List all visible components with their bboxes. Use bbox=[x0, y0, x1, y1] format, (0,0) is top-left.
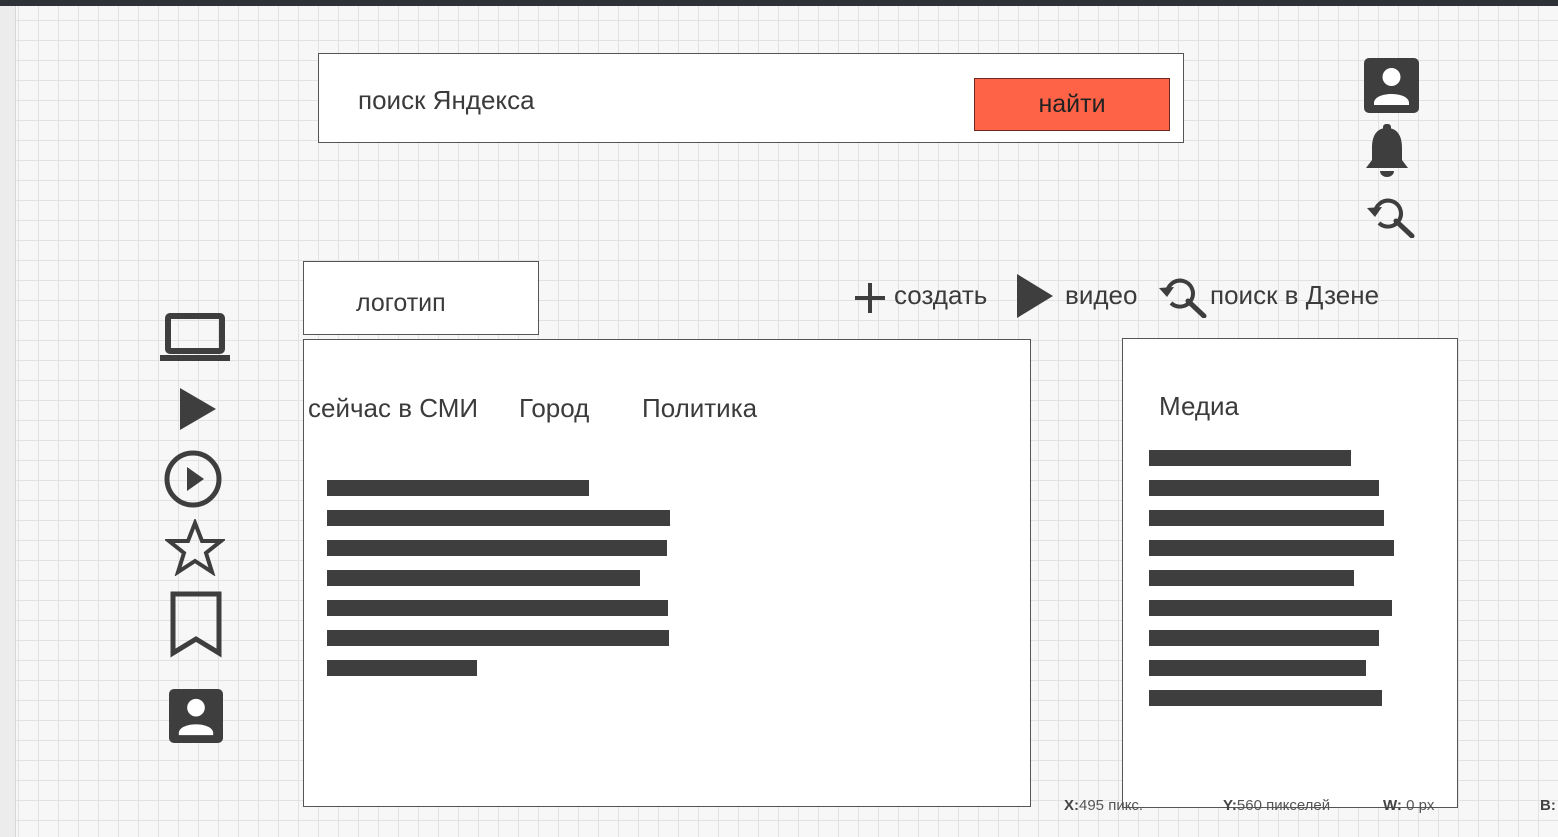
tab-now-in-media[interactable]: сейчас в СМИ bbox=[308, 393, 478, 424]
zen-search-label: поиск в Дзене bbox=[1210, 280, 1380, 310]
video-label: видео bbox=[1065, 280, 1138, 310]
star-icon[interactable] bbox=[165, 519, 225, 576]
media-placeholder-line bbox=[1149, 660, 1366, 676]
media-placeholder-line bbox=[1149, 630, 1379, 646]
account-icon[interactable] bbox=[169, 689, 223, 743]
coord-x-readout: X:495 пикс. bbox=[1064, 797, 1143, 814]
media-placeholder-line bbox=[1149, 510, 1384, 526]
create-label: создать bbox=[894, 280, 988, 310]
canvas-left-ruler bbox=[0, 6, 16, 837]
width-readout: W: 0 px bbox=[1383, 797, 1434, 814]
news-placeholder-line bbox=[327, 570, 640, 586]
width-label: W: bbox=[1383, 797, 1402, 814]
search-placeholder: поиск Яндекса bbox=[358, 85, 535, 115]
media-placeholder-line bbox=[1149, 450, 1351, 466]
media-placeholder-line bbox=[1149, 540, 1394, 556]
coord-x-label: X: bbox=[1064, 797, 1079, 814]
play-icon[interactable] bbox=[178, 386, 218, 432]
coord-y-value: 560 пикселей bbox=[1236, 797, 1331, 814]
news-placeholder-line bbox=[327, 540, 667, 556]
tab-city[interactable]: Город bbox=[519, 393, 589, 424]
coord-x-value: 495 пикс. bbox=[1079, 797, 1144, 814]
media-placeholder-line bbox=[1149, 480, 1379, 496]
find-button[interactable]: найти bbox=[974, 78, 1170, 131]
news-placeholder-line bbox=[327, 510, 670, 526]
window-top-bar bbox=[0, 0, 1558, 6]
bell-icon[interactable] bbox=[1364, 124, 1410, 178]
play-icon bbox=[1017, 274, 1053, 318]
b-readout: B: bbox=[1540, 797, 1556, 814]
search-history-icon[interactable] bbox=[1366, 194, 1416, 238]
news-placeholder-line bbox=[327, 660, 477, 676]
media-title[interactable]: Медиа bbox=[1159, 391, 1239, 422]
b-label: B: bbox=[1540, 797, 1556, 814]
account-icon[interactable] bbox=[1364, 58, 1419, 113]
coord-y-readout: Y:560 пикселей bbox=[1223, 797, 1330, 814]
search-history-icon bbox=[1159, 278, 1207, 318]
video-button[interactable]: видео bbox=[1015, 272, 1145, 320]
plus-icon bbox=[855, 283, 885, 313]
media-placeholder-line bbox=[1149, 570, 1354, 586]
play-circle-icon[interactable] bbox=[163, 449, 223, 509]
tab-politics[interactable]: Политика bbox=[642, 393, 757, 424]
logo-text: логотип bbox=[356, 289, 446, 317]
news-placeholder-line bbox=[327, 480, 589, 496]
width-value: 0 px bbox=[1406, 797, 1435, 814]
media-placeholder-line bbox=[1149, 600, 1392, 616]
news-placeholder-line bbox=[327, 630, 669, 646]
media-placeholder-line bbox=[1149, 690, 1382, 706]
coord-y-label: Y: bbox=[1223, 797, 1237, 814]
laptop-icon[interactable] bbox=[159, 313, 231, 363]
create-button[interactable]: создать bbox=[852, 276, 997, 316]
zen-search-button[interactable]: поиск в Дзене bbox=[1158, 272, 1394, 318]
bookmark-icon[interactable] bbox=[168, 591, 224, 659]
news-placeholder-line bbox=[327, 600, 668, 616]
